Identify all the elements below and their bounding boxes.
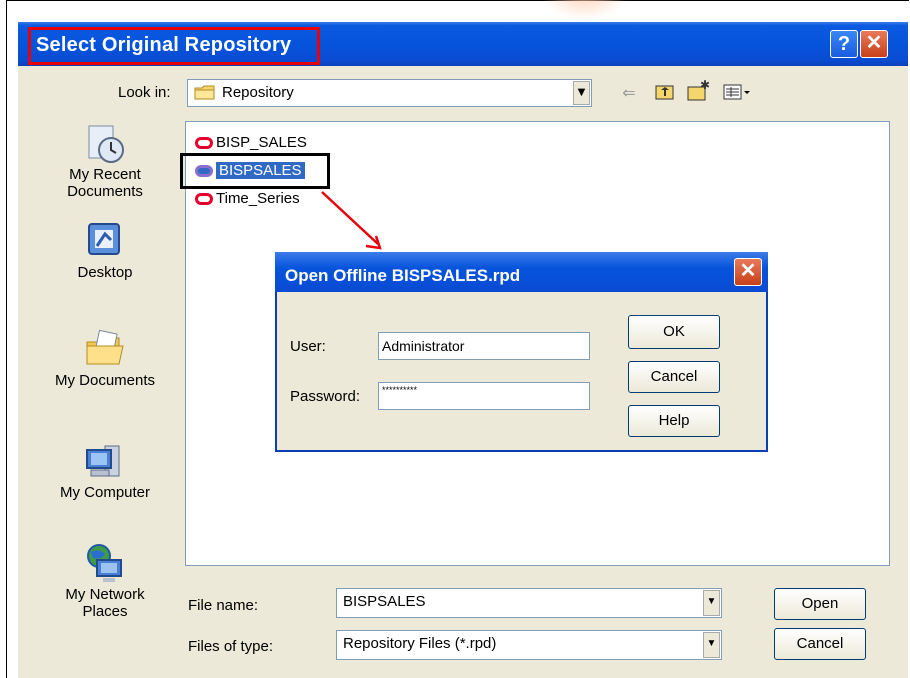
- offline-dialog-title: Open Offline BISPSALES.rpd: [285, 266, 521, 285]
- offline-cancel-button[interactable]: Cancel: [628, 361, 720, 393]
- my-documents-icon: [83, 328, 127, 372]
- offline-dialog-close-button[interactable]: ✕: [734, 258, 762, 286]
- file-type-value: Repository Files (*.rpd): [343, 635, 497, 652]
- place-label: My Recent Documents: [67, 166, 143, 200]
- decorative-blob: [540, 0, 630, 20]
- place-label: My Computer: [59, 484, 151, 501]
- help-button[interactable]: ?: [830, 30, 858, 58]
- close-button[interactable]: ✕: [860, 30, 888, 58]
- view-menu-icon[interactable]: [722, 82, 754, 102]
- chevron-down-icon[interactable]: ▼: [703, 632, 720, 658]
- oracle-file-icon: [195, 193, 213, 206]
- title-highlight-box: [28, 27, 320, 65]
- password-field[interactable]: **********: [378, 382, 590, 410]
- folder-icon: [194, 84, 216, 100]
- annotation-arrow: [321, 191, 382, 250]
- list-item[interactable]: Time_Series: [195, 189, 300, 209]
- place-label: My Documents: [54, 372, 156, 389]
- my-computer-icon: [83, 440, 127, 484]
- file-name-value: BISPSALES: [343, 593, 426, 610]
- network-places-icon: [83, 542, 127, 586]
- up-folder-icon[interactable]: [654, 82, 676, 102]
- place-label: Desktop: [77, 264, 133, 281]
- file-name-label: File name:: [188, 597, 259, 614]
- chevron-down-icon[interactable]: ▼: [703, 590, 720, 616]
- place-network[interactable]: My Network Places: [30, 542, 180, 620]
- look-in-value: Repository: [222, 84, 294, 101]
- new-folder-icon[interactable]: ✱: [686, 78, 710, 102]
- place-recent-documents[interactable]: My Recent Documents: [30, 122, 180, 200]
- help-dialog-button[interactable]: Help: [628, 405, 720, 437]
- file-name-input[interactable]: BISPSALES ▼: [336, 588, 722, 618]
- password-label: Password:: [290, 388, 361, 405]
- places-bar: My Recent Documents Desktop My Documents: [30, 122, 180, 652]
- svg-text:✱: ✱: [700, 78, 710, 92]
- list-item[interactable]: BISP_SALES: [195, 133, 307, 153]
- user-label: User:: [290, 338, 326, 355]
- oracle-file-icon: [195, 137, 213, 150]
- user-field[interactable]: Administrator: [378, 332, 590, 360]
- place-label: My Network Places: [65, 586, 145, 620]
- ok-button[interactable]: OK: [628, 315, 720, 349]
- cancel-button[interactable]: Cancel: [774, 628, 866, 660]
- place-my-computer[interactable]: My Computer: [30, 440, 180, 501]
- place-my-documents[interactable]: My Documents: [30, 328, 180, 389]
- look-in-dropdown[interactable]: Repository ▼: [187, 79, 592, 107]
- open-button[interactable]: Open: [774, 588, 866, 620]
- file-type-dropdown[interactable]: Repository Files (*.rpd) ▼: [336, 630, 722, 660]
- file-type-label: Files of type:: [188, 638, 274, 655]
- look-in-label: Look in:: [118, 84, 171, 101]
- recent-documents-icon: [83, 122, 127, 166]
- place-desktop[interactable]: Desktop: [30, 220, 180, 281]
- desktop-icon: [83, 220, 127, 264]
- chevron-down-icon[interactable]: ▼: [573, 81, 590, 105]
- back-arrow-icon[interactable]: ⇐: [618, 83, 640, 103]
